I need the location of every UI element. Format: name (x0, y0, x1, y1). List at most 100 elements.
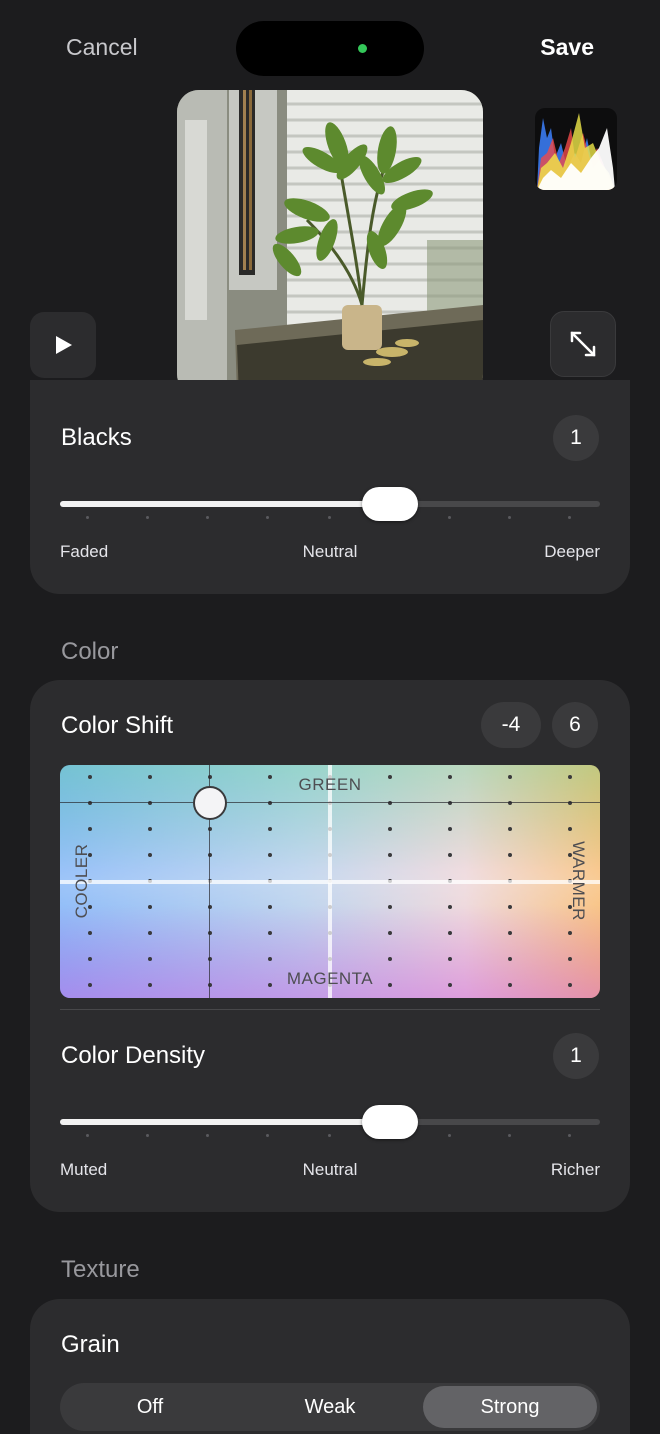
grid-dot (568, 983, 572, 987)
grid-dot (388, 775, 392, 779)
slider-tick (328, 1134, 331, 1137)
save-button[interactable]: Save (540, 34, 594, 61)
histogram-icon[interactable] (535, 108, 617, 190)
grid-dot (268, 983, 272, 987)
grid-dot (508, 775, 512, 779)
slider-thumb[interactable] (362, 1105, 418, 1139)
slider-tick (448, 1134, 451, 1137)
warmer-label: WARMER (569, 841, 588, 921)
grid-dot (388, 905, 392, 909)
crosshair-horizontal (60, 802, 600, 803)
grid-dot (568, 931, 572, 935)
color-card: Color Shift -4 6 GREEN MAGENTA COOLER WA… (30, 680, 630, 1212)
color-shift-puck[interactable] (193, 786, 227, 820)
richer-label: Richer (550, 1160, 600, 1179)
muted-label: Muted (60, 1160, 108, 1179)
slider-tick (508, 516, 511, 519)
grid-dot (268, 853, 272, 857)
neutral-label: Neutral (302, 1160, 358, 1179)
grid-dot (148, 957, 152, 961)
camera-indicator-icon (358, 44, 367, 53)
slider-fill (60, 501, 390, 507)
slider-tick (206, 516, 209, 519)
grid-dot (148, 827, 152, 831)
grid-dot (148, 931, 152, 935)
slider-tick (568, 1134, 571, 1137)
slider-tick (86, 516, 89, 519)
grid-dot (448, 853, 452, 857)
grid-dot (568, 827, 572, 831)
grid-dot (508, 853, 512, 857)
divider (60, 1009, 600, 1010)
grid-dot (148, 775, 152, 779)
grid-dot (388, 853, 392, 857)
grid-dot (268, 775, 272, 779)
blacks-slider[interactable] (60, 484, 600, 524)
grid-dot (388, 983, 392, 987)
color-shift-pad[interactable]: GREEN MAGENTA COOLER WARMER (60, 765, 600, 998)
grid-dot (448, 905, 452, 909)
blacks-card: Blacks 1 Faded Neutral Deeper (30, 380, 630, 594)
expand-button[interactable] (550, 311, 616, 377)
grain-segmented-control[interactable]: Off Weak Strong (60, 1383, 600, 1431)
grid-dot (268, 905, 272, 909)
blacks-value[interactable]: 1 (553, 415, 599, 461)
grid-dot (388, 957, 392, 961)
deeper-label: Deeper (544, 542, 600, 561)
grain-title: Grain (61, 1331, 120, 1358)
faded-label: Faded (60, 542, 109, 561)
slider-tick (146, 1134, 149, 1137)
slider-fill (60, 1119, 390, 1125)
grain-option-strong[interactable]: Strong (423, 1386, 597, 1428)
expand-icon (570, 331, 596, 357)
neutral-label: Neutral (302, 542, 358, 561)
color-density-title: Color Density (61, 1042, 206, 1069)
cancel-button[interactable]: Cancel (66, 34, 138, 61)
magenta-label: MAGENTA (286, 969, 374, 988)
slider-tick (328, 516, 331, 519)
color-shift-y-value[interactable]: 6 (552, 702, 598, 748)
color-section-title: Color (61, 638, 119, 665)
texture-section-title: Texture (61, 1256, 140, 1283)
grain-option-weak[interactable]: Weak (240, 1383, 420, 1431)
color-density-slider[interactable] (60, 1102, 600, 1142)
grid-dot (508, 931, 512, 935)
cooler-label: COOLER (72, 843, 91, 919)
color-shift-title: Color Shift (61, 712, 174, 739)
grid-dot (388, 827, 392, 831)
slider-tick (568, 516, 571, 519)
texture-card: Grain Off Weak Strong (30, 1299, 630, 1434)
slider-tick (146, 516, 149, 519)
grid-dot (508, 827, 512, 831)
grid-dot (448, 775, 452, 779)
grid-dot (88, 827, 92, 831)
color-density-value[interactable]: 1 (553, 1033, 599, 1079)
grain-option-off[interactable]: Off (60, 1383, 240, 1431)
color-shift-x-value[interactable]: -4 (481, 702, 541, 748)
photo-preview[interactable] (177, 90, 483, 396)
slider-tick (508, 1134, 511, 1137)
grid-dot (268, 931, 272, 935)
grid-dot (88, 957, 92, 961)
grid-dot (448, 983, 452, 987)
grid-dot (388, 931, 392, 935)
grid-dot (88, 983, 92, 987)
slider-tick (86, 1134, 89, 1137)
grid-dot (508, 905, 512, 909)
grid-dot (568, 775, 572, 779)
slider-tick (266, 516, 269, 519)
grid-dot (448, 957, 452, 961)
vertical-axis (328, 765, 332, 998)
grid-dot (88, 775, 92, 779)
color-density-labels: Muted Neutral Richer (60, 1160, 600, 1184)
grid-dot (148, 905, 152, 909)
play-button[interactable] (30, 312, 96, 378)
dynamic-island (236, 21, 424, 76)
grid-dot (508, 983, 512, 987)
slider-thumb[interactable] (362, 487, 418, 521)
grid-dot (148, 983, 152, 987)
grid-dot (448, 931, 452, 935)
grid-dot (268, 827, 272, 831)
play-icon (56, 336, 72, 354)
grid-dot (88, 931, 92, 935)
